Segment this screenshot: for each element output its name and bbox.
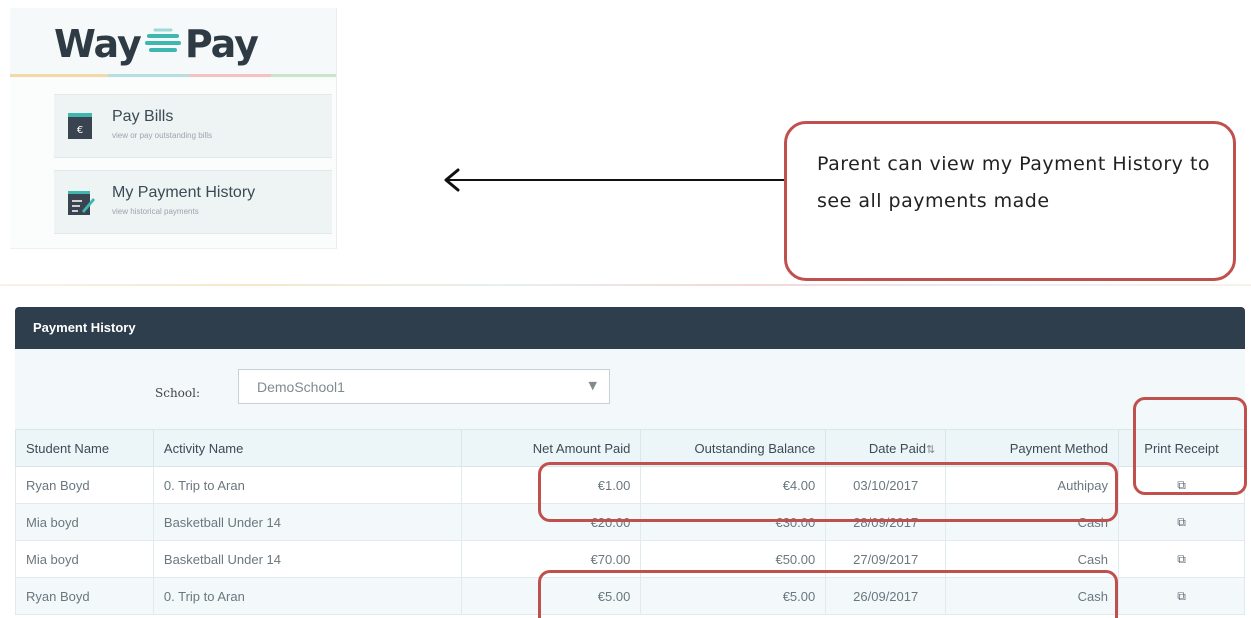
column-header-payment-method[interactable]: Payment Method <box>945 429 1120 467</box>
menu-title-payment-history: My Payment History <box>112 184 256 201</box>
highlight-box-row1 <box>538 462 1118 522</box>
cell-student: Ryan Boyd <box>15 577 154 615</box>
bill-euro-icon: € <box>66 111 94 141</box>
payment-history-header: Payment History <box>15 307 1245 349</box>
caret-down-icon: ▼ <box>588 379 597 392</box>
menu-item-pay-bills[interactable]: € Pay Bills view or pay outstanding bill… <box>54 94 332 158</box>
divider <box>0 284 1251 286</box>
date-paid-label: Date Paid <box>868 440 926 456</box>
column-header-student[interactable]: Student Name <box>15 429 154 467</box>
logo-text-pay: Pay <box>184 22 259 66</box>
logo-area: Way Pay <box>10 8 336 78</box>
cell-student: Mia boyd <box>15 503 154 541</box>
menu-subtitle-payment-history: view historical payments <box>112 207 199 216</box>
cell-activity: 0. Trip to Aran <box>152 466 462 504</box>
column-header-activity[interactable]: Activity Name <box>152 429 462 467</box>
print-receipt-icon[interactable]: ⧉ <box>1177 589 1186 603</box>
sort-icon: ⇅ <box>925 443 936 456</box>
highlight-box-print-receipt <box>1133 397 1247 495</box>
payment-history-title: Payment History <box>33 320 136 335</box>
menu-title-pay-bills: Pay Bills <box>112 108 174 125</box>
school-select-value: DemoSchool1 <box>257 379 345 395</box>
svg-text:€: € <box>77 125 83 136</box>
print-receipt-icon[interactable]: ⧉ <box>1177 515 1186 529</box>
cell-student: Ryan Boyd <box>15 466 154 504</box>
cell-print-receipt: ⧉ <box>1118 577 1245 615</box>
logo-underline <box>10 74 336 77</box>
menu-subtitle-pay-bills: view or pay outstanding bills <box>112 131 213 140</box>
pointer-arrow <box>442 168 792 196</box>
cell-activity: Basketball Under 14 <box>152 503 462 541</box>
callout-text: Parent can view my Payment History to se… <box>817 153 1211 212</box>
school-select[interactable]: DemoSchool1 ▼ <box>238 369 610 404</box>
column-header-outstanding[interactable]: Outstanding Balance <box>640 429 827 467</box>
cart-logo-icon <box>143 22 183 71</box>
cell-print-receipt: ⧉ <box>1118 503 1245 541</box>
cell-print-receipt: ⧉ <box>1118 540 1245 578</box>
waypay-logo: Way Pay <box>54 22 259 71</box>
payment-history-filter: School: DemoSchool1 ▼ <box>15 349 1245 429</box>
cell-activity: 0. Trip to Aran <box>152 577 462 615</box>
logo-text-way: Way <box>54 22 142 66</box>
app-sidebar: Way Pay € Pay Bills view or pay outstand… <box>10 8 337 249</box>
column-header-net-amount[interactable]: Net Amount Paid <box>460 429 642 467</box>
highlight-box-row4 <box>538 570 1118 618</box>
print-receipt-icon[interactable]: ⧉ <box>1177 552 1186 566</box>
annotation-callout: Parent can view my Payment History to se… <box>784 121 1236 281</box>
cell-activity: Basketball Under 14 <box>152 540 462 578</box>
history-edit-icon <box>66 187 95 217</box>
menu-item-payment-history[interactable]: My Payment History view historical payme… <box>54 170 332 234</box>
cell-student: Mia boyd <box>15 540 154 578</box>
table-header-row: Student Name Activity Name Net Amount Pa… <box>15 429 1245 467</box>
school-label: School: <box>155 386 200 400</box>
column-header-date-paid[interactable]: Date Paid⇅ <box>825 429 947 467</box>
